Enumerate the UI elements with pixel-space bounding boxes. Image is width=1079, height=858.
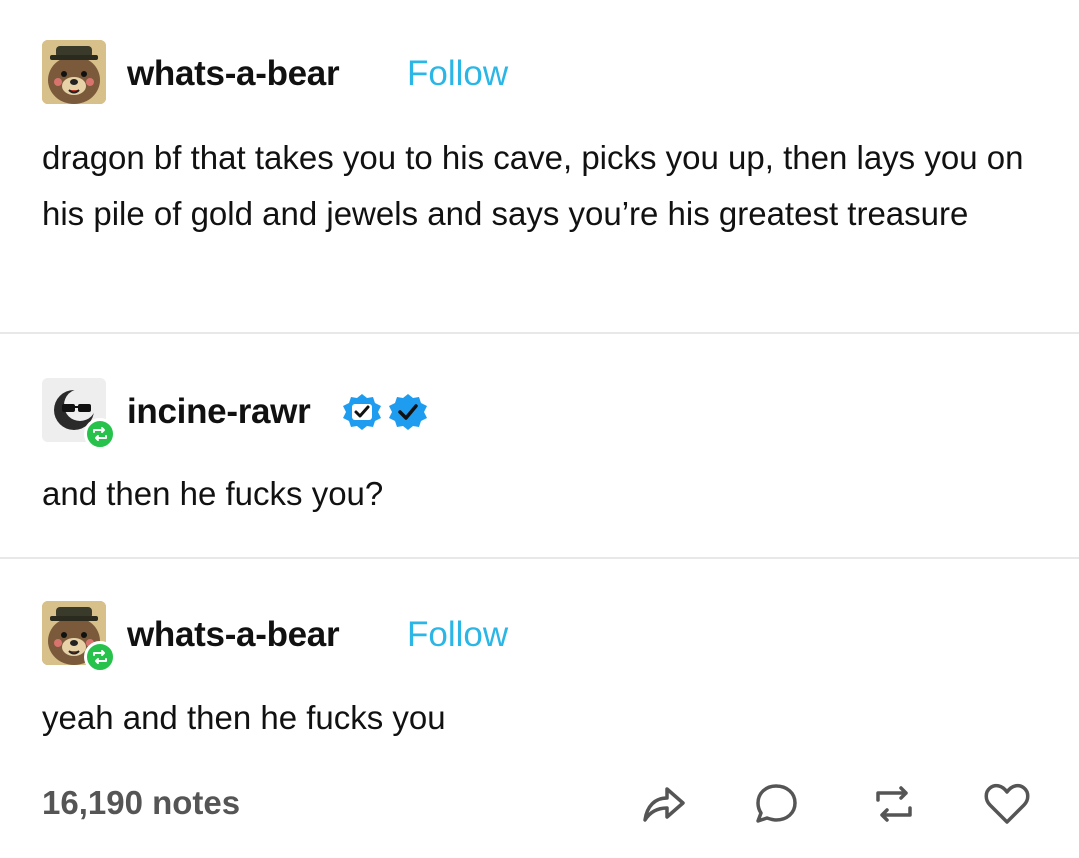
verified-badge-icon [389, 394, 427, 430]
bear-avatar-icon [42, 40, 106, 104]
reblog-icon [93, 650, 107, 664]
post-header: whats-a-bear Follow [42, 601, 642, 673]
notes-count[interactable]: 16,190 notes [42, 784, 240, 822]
verified-badges [340, 392, 430, 432]
divider [0, 332, 1079, 334]
reblog-button[interactable] [868, 778, 920, 830]
username[interactable]: whats-a-bear [127, 615, 340, 655]
reblog-icon [93, 427, 107, 441]
post-text: and then he fucks you? [42, 475, 384, 512]
follow-button[interactable]: Follow [407, 54, 508, 94]
like-button[interactable] [981, 778, 1033, 830]
avatar[interactable] [42, 40, 106, 104]
reblog-badge [84, 641, 116, 673]
username[interactable]: incine-rawr [127, 392, 311, 432]
post-header: whats-a-bear Follow [42, 40, 642, 104]
follow-button[interactable]: Follow [407, 615, 508, 655]
post-header: incine-rawr [42, 378, 642, 450]
heart-icon [984, 783, 1030, 824]
comment-button[interactable] [750, 778, 802, 830]
comment-icon [756, 784, 797, 823]
share-icon [643, 787, 685, 822]
reblog-badge [84, 418, 116, 450]
verified-badge-icon [343, 394, 381, 430]
divider [0, 557, 1079, 559]
reblog-icon [876, 786, 912, 822]
post-text: yeah and then he fucks you [42, 699, 446, 736]
username[interactable]: whats-a-bear [127, 54, 340, 94]
post-text: dragon bf that takes you to his cave, pi… [42, 139, 1024, 232]
share-button[interactable] [637, 778, 689, 830]
